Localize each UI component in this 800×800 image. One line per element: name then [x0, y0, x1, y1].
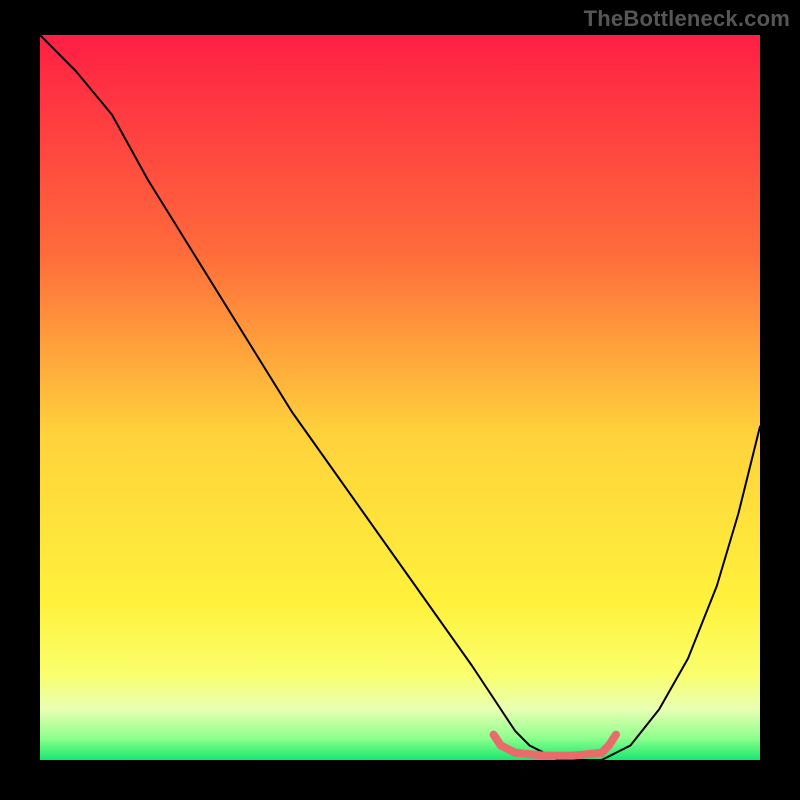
plot-area: [40, 35, 760, 760]
chart-svg: [40, 35, 760, 760]
watermark-text: TheBottleneck.com: [584, 6, 790, 32]
gradient-background: [40, 35, 760, 760]
chart-frame: TheBottleneck.com: [0, 0, 800, 800]
